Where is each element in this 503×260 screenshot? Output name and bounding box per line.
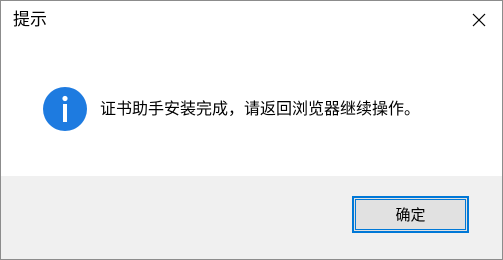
close-button[interactable] [456,1,502,38]
message-dialog: 提示 证书助手安装完成，请返回浏览器继续操作。 确定 [0,0,503,260]
info-icon [43,87,87,131]
ok-button[interactable]: 确定 [352,196,469,233]
close-icon [472,13,486,26]
title-bar[interactable]: 提示 [1,1,502,38]
dialog-message: 证书助手安装完成，请返回浏览器继续操作。 [100,99,421,118]
dialog-title: 提示 [13,10,47,30]
ok-button-label: 确定 [395,206,426,224]
dialog-footer: 确定 [1,176,502,259]
dialog-content: 证书助手安装完成，请返回浏览器继续操作。 [1,38,502,176]
